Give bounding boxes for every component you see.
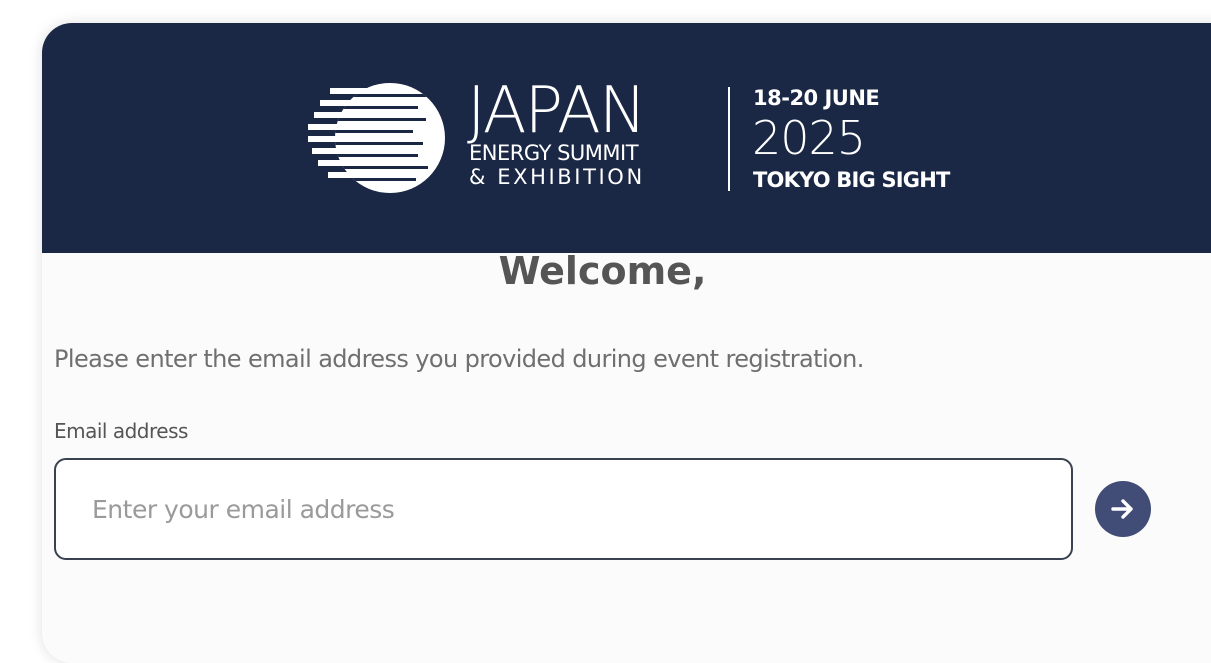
- event-dates: 18-20 JUNE: [753, 86, 880, 110]
- submit-button[interactable]: [1095, 481, 1151, 537]
- brand-name: JAPAN: [467, 74, 647, 148]
- brand-subtitle-line2: & EXHIBITION: [469, 165, 645, 189]
- instruction-text: Please enter the email address you provi…: [54, 345, 864, 373]
- event-venue: TOKYO BIG SIGHT: [753, 168, 950, 192]
- welcome-title: Welcome,: [498, 249, 707, 293]
- event-year: 2025: [752, 111, 866, 165]
- event-banner: JAPAN ENERGY SUMMIT & EXHIBITION 18-20 J…: [42, 23, 1211, 253]
- striped-circle-logo-icon: [308, 83, 445, 193]
- email-field[interactable]: [54, 458, 1073, 560]
- brand-subtitle-line1: ENERGY SUMMIT: [469, 141, 639, 165]
- banner-divider: [728, 87, 730, 191]
- email-label: Email address: [54, 419, 188, 443]
- arrow-right-icon: [1111, 499, 1133, 519]
